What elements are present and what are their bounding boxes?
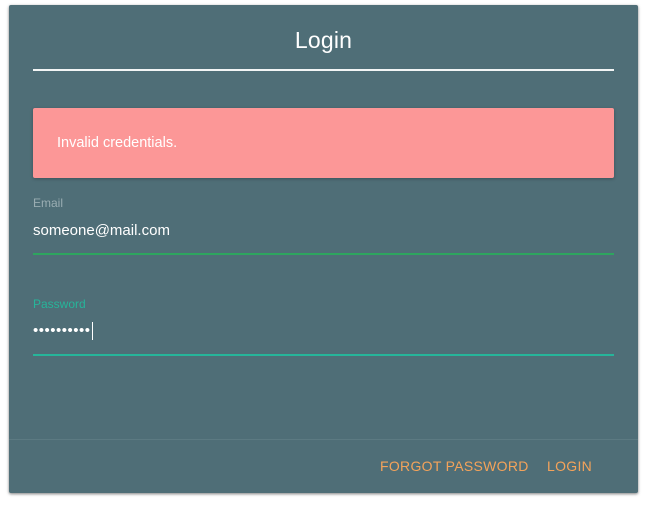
title-divider: [33, 69, 614, 71]
login-title: Login: [294, 27, 353, 53]
password-field[interactable]: ••••••••••: [33, 321, 614, 341]
password-label: Password: [33, 297, 86, 311]
email-label: Email: [33, 196, 64, 210]
password-underline: [33, 354, 614, 356]
actions-divider: [9, 439, 638, 440]
error-alert: Invalid credentials.: [33, 108, 614, 178]
text-caret: [91, 322, 93, 341]
password-masked-value: ••••••••••: [33, 322, 91, 339]
forgot-password-button[interactable]: FORGOT PASSWORD: [380, 458, 529, 474]
login-card: Login Invalid credentials. Email someone…: [9, 5, 638, 493]
login-button[interactable]: LOGIN: [547, 458, 592, 474]
email-field[interactable]: someone@mail.com: [33, 221, 614, 241]
error-alert-message: Invalid credentials.: [57, 135, 178, 151]
email-underline: [33, 253, 614, 255]
